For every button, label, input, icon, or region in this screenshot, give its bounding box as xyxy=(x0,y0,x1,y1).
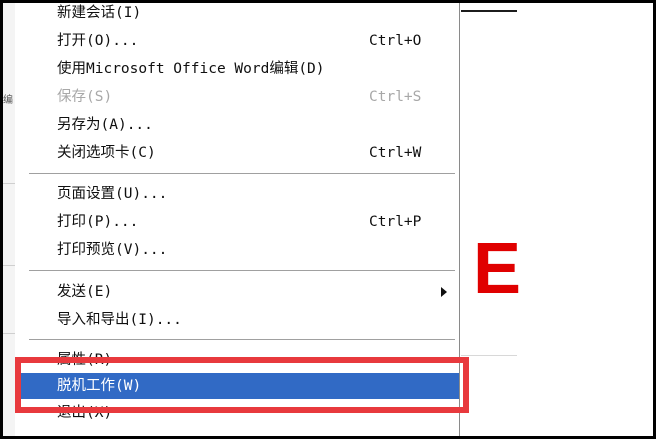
menu-item-label: 打开(O)... xyxy=(57,33,139,49)
menu-separator xyxy=(29,173,455,175)
background-page-margin xyxy=(517,3,653,436)
menu-item-label: 另存为(A)... xyxy=(57,117,153,133)
menu-item-label: 关闭选项卡(C) xyxy=(57,145,156,161)
menu-item-label: 页面设置(U)... xyxy=(57,186,168,202)
menu-item-label: 使用Microsoft Office Word编辑(D) xyxy=(57,61,325,77)
menu-item-print[interactable]: 打印(P)... Ctrl+P xyxy=(15,209,459,235)
menu-item-label: 导入和导出(I)... xyxy=(57,312,182,328)
background-rule xyxy=(461,355,517,356)
menu-item-label: 打印预览(V)... xyxy=(57,242,168,258)
menu-item-save-as[interactable]: 另存为(A)... xyxy=(15,112,459,138)
background-divider xyxy=(3,183,15,184)
menu-item-shortcut: Ctrl+O xyxy=(369,33,422,49)
menu-item-save[interactable]: 保存(S) Ctrl+S xyxy=(15,84,459,110)
menu-separator xyxy=(29,270,455,272)
menu-item-shortcut: Ctrl+P xyxy=(369,214,422,230)
background-page xyxy=(461,3,517,436)
background-top-rule xyxy=(461,10,517,12)
triangle-right-icon xyxy=(441,287,447,297)
background-divider xyxy=(3,333,15,334)
menu-item-shortcut: Ctrl+W xyxy=(369,145,422,161)
background-divider xyxy=(3,265,15,266)
menu-separator xyxy=(29,339,455,341)
menu-item-import-export[interactable]: 导入和导出(I)... xyxy=(15,307,459,333)
menu-item-print-preview[interactable]: 打印预览(V)... xyxy=(15,237,459,263)
background-red-letter: E xyxy=(473,229,522,309)
menu-item-label: 新建会话(I) xyxy=(57,5,142,21)
menu-item-open[interactable]: 打开(O)... Ctrl+O xyxy=(15,28,459,54)
menu-item-page-setup[interactable]: 页面设置(U)... xyxy=(15,181,459,207)
menu-item-send[interactable]: 发送(E) xyxy=(15,279,459,305)
menu-item-label: 发送(E) xyxy=(57,284,113,300)
menu-item-shortcut: Ctrl+S xyxy=(369,89,422,105)
menu-item-new-session[interactable]: 新建会话(I) xyxy=(15,3,459,26)
screenshot-stage: 编 E 新建会话(I) 打开(O)... Ctrl+O 使用Microsoft … xyxy=(3,3,653,436)
menu-item-label: 打印(P)... xyxy=(57,214,139,230)
menu-item-edit-with-word[interactable]: 使用Microsoft Office Word编辑(D) xyxy=(15,56,459,82)
menu-item-close-tab[interactable]: 关闭选项卡(C) Ctrl+W xyxy=(15,140,459,166)
red-highlight-box xyxy=(15,357,469,413)
menu-item-label: 保存(S) xyxy=(57,89,113,105)
background-text-fragment: 编 xyxy=(3,95,13,106)
